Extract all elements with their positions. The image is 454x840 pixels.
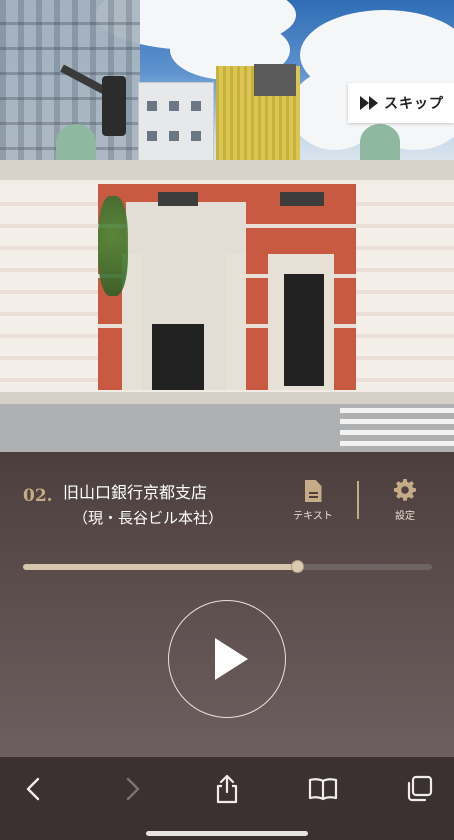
track-number: 02. <box>23 486 53 506</box>
skip-button[interactable]: スキップ <box>348 83 454 123</box>
gear-icon <box>394 479 416 501</box>
progress-fill <box>23 564 298 570</box>
tree <box>98 196 128 296</box>
facade-faded-right <box>356 184 454 384</box>
dome-left <box>56 124 96 160</box>
bank-facade <box>98 184 356 390</box>
share-icon[interactable] <box>211 773 243 805</box>
forward-icon[interactable] <box>116 773 148 805</box>
tabs-icon[interactable] <box>403 773 435 805</box>
dome-right <box>360 124 400 160</box>
track-subtitle: （現・長谷ビル本社） <box>73 509 224 527</box>
divider <box>357 481 359 519</box>
fast-forward-icon <box>360 96 378 110</box>
home-indicator <box>146 831 308 836</box>
back-icon[interactable] <box>18 773 50 805</box>
progress-bar[interactable] <box>23 560 432 573</box>
text-button-label: テキスト <box>293 511 333 522</box>
skip-label: スキップ <box>384 96 444 112</box>
text-button[interactable]: テキスト <box>286 478 340 528</box>
document-icon <box>304 480 322 502</box>
play-button[interactable] <box>168 600 286 718</box>
facade-faded-left <box>0 184 98 384</box>
track-title: 旧山口銀行京都支店 <box>63 483 208 502</box>
book-icon[interactable] <box>307 773 339 805</box>
crosswalk <box>340 408 454 452</box>
roofline <box>0 160 454 180</box>
progress-knob[interactable] <box>291 560 305 573</box>
settings-button-label: 設定 <box>395 511 415 522</box>
play-icon <box>214 638 248 680</box>
hero-photo <box>0 0 454 452</box>
settings-button[interactable]: 設定 <box>380 478 430 528</box>
